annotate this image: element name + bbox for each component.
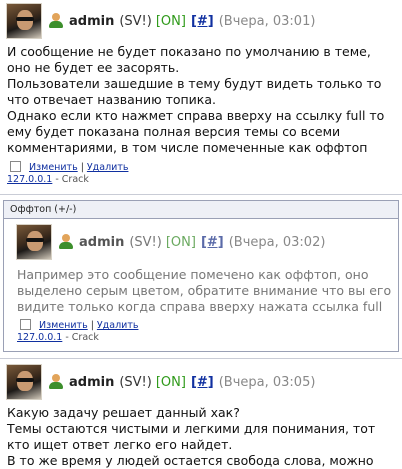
online-status: [ON] [155, 374, 186, 390]
edit-link[interactable]: Изменить [29, 162, 78, 173]
divider [0, 194, 402, 195]
offtopic-toggle[interactable]: Оффтоп (+/-) [4, 201, 398, 219]
post-meta: 127.0.0.1 - Crack [0, 174, 402, 185]
permalink[interactable]: [#] [201, 235, 224, 250]
separator: | [90, 320, 94, 331]
separator: | [80, 162, 84, 173]
post-date: (Вчера, 03:05) [218, 374, 316, 390]
post-1: admin (SV!) [ON] [#] (Вчера, 03:01) И со… [0, 2, 402, 185]
delete-link[interactable]: Удалить [87, 162, 129, 173]
author-role: (SV!) [119, 13, 152, 29]
post-line: В то же время у людей остается свобода с… [7, 453, 374, 468]
post-body: Например это сообщение помечено как оффт… [10, 267, 402, 315]
author-role: (SV!) [129, 234, 162, 250]
meta-suffix: - Crack [52, 174, 89, 185]
permalink[interactable]: [#] [191, 375, 214, 390]
post-date: (Вчера, 03:02) [228, 234, 326, 250]
avatar [16, 224, 52, 260]
select-checkbox[interactable] [10, 161, 21, 172]
edit-link[interactable]: Изменить [39, 320, 88, 331]
user-icon [48, 13, 64, 29]
avatar [6, 364, 42, 400]
author-name[interactable]: admin [69, 375, 114, 390]
ip-link[interactable]: 127.0.0.1 [17, 332, 62, 343]
online-status: [ON] [155, 13, 186, 29]
post-header: admin (SV!) [ON] [#] (Вчера, 03:02) [10, 223, 402, 261]
post-line: Пользователи зашедшие в тему будут видет… [7, 76, 382, 107]
post-actions: Изменить | Удалить [0, 161, 402, 173]
author-role: (SV!) [119, 374, 152, 390]
delete-link[interactable]: Удалить [97, 320, 139, 331]
post-2: admin (SV!) [ON] [#] (Вчера, 03:05) Каку… [0, 363, 402, 469]
post-actions: Изменить | Удалить [10, 319, 402, 331]
post-body: Какую задачу решает данный хак? Темы ост… [0, 405, 402, 469]
permalink[interactable]: [#] [191, 14, 214, 29]
user-icon [48, 374, 64, 390]
author-name[interactable]: admin [79, 235, 124, 250]
post-line: Однако если кто нажмет справа вверху на … [7, 108, 385, 155]
post-meta: 127.0.0.1 - Crack [10, 332, 402, 343]
post-header: admin (SV!) [ON] [#] (Вчера, 03:05) [0, 363, 402, 401]
divider [0, 358, 402, 359]
user-icon [58, 234, 74, 250]
post-header: admin (SV!) [ON] [#] (Вчера, 03:01) [0, 2, 402, 40]
post-line: Темы остаются чистыми и легкими для пони… [7, 421, 376, 452]
post-line: Например это сообщение помечено как оффт… [17, 267, 392, 314]
offtopic-box: Оффтоп (+/-) admin (SV!) [ON] [#] (Вчера… [3, 200, 399, 352]
post-body: И сообщение не будет показано по умолчан… [0, 44, 402, 156]
post-line: И сообщение не будет показано по умолчан… [7, 44, 371, 75]
post-line: Какую задачу решает данный хак? [7, 405, 240, 420]
select-checkbox[interactable] [20, 319, 31, 330]
offtopic-post: admin (SV!) [ON] [#] (Вчера, 03:02) Напр… [10, 223, 402, 343]
post-date: (Вчера, 03:01) [218, 13, 316, 29]
meta-suffix: - Crack [62, 332, 99, 343]
avatar [6, 3, 42, 39]
ip-link[interactable]: 127.0.0.1 [7, 174, 52, 185]
author-name[interactable]: admin [69, 14, 114, 29]
online-status: [ON] [165, 234, 196, 250]
